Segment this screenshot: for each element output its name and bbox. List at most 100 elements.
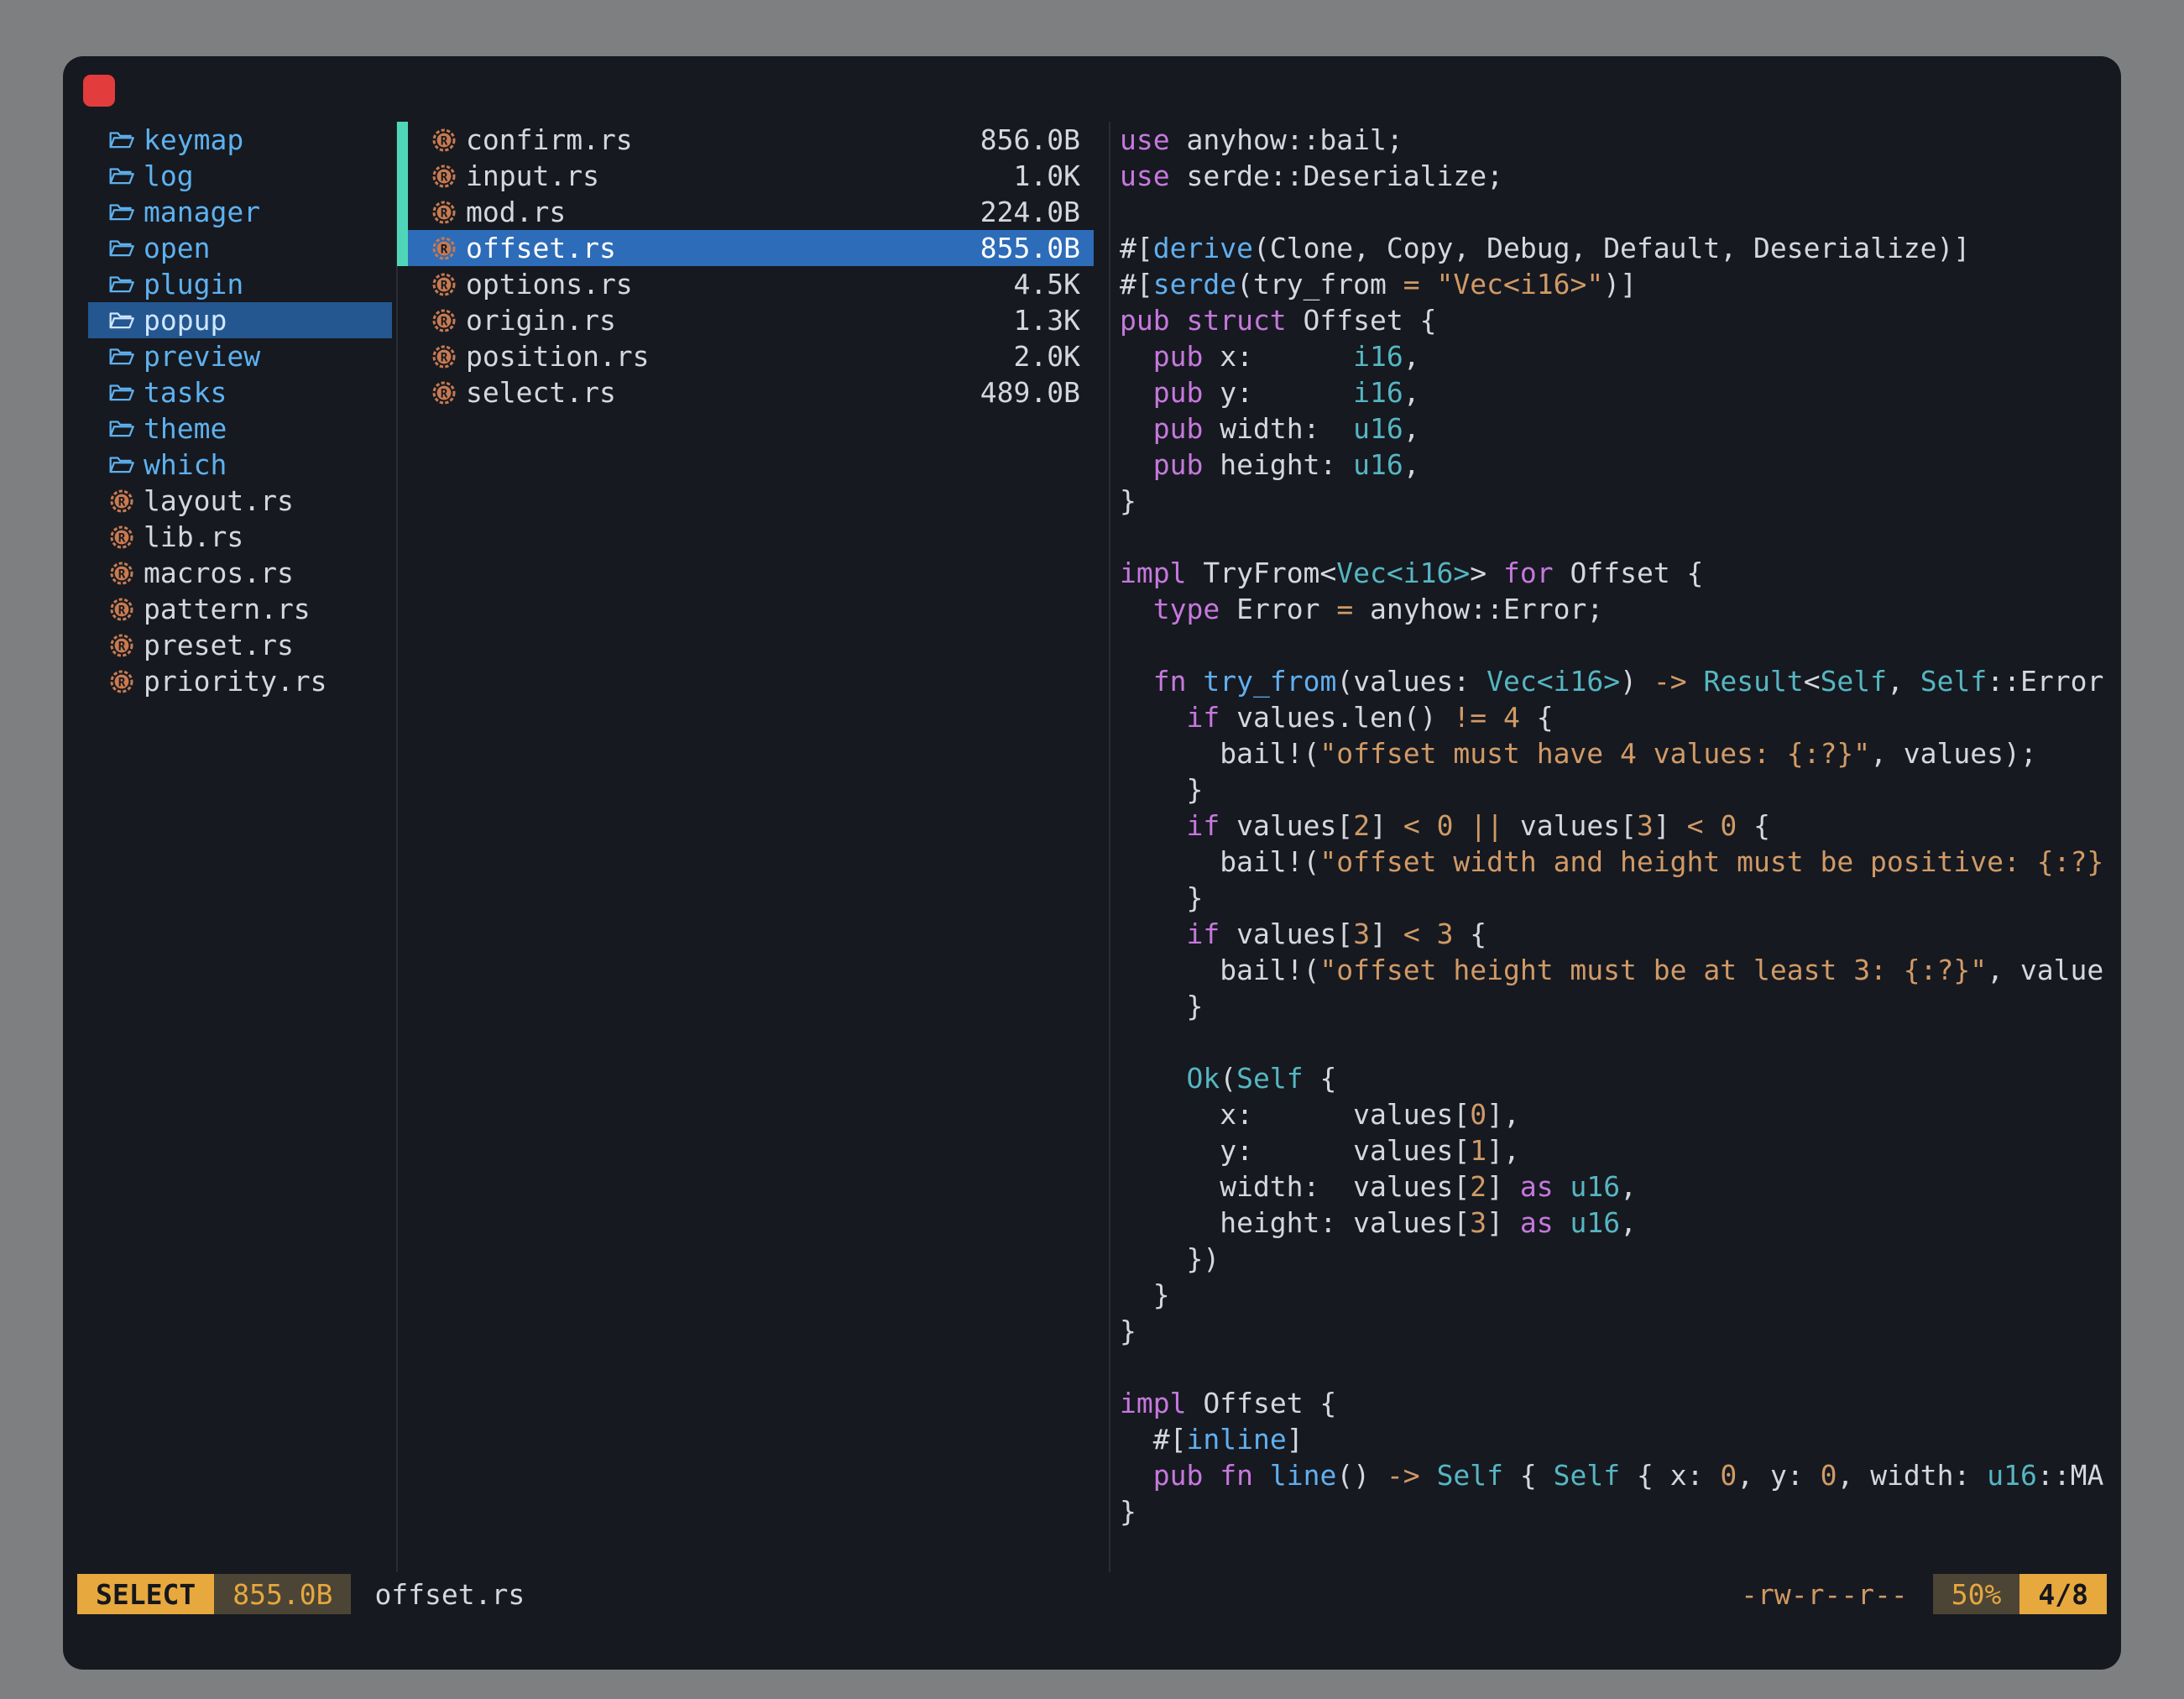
code-line: type Error = anyhow::Error; [1120,591,2114,627]
sidebar-file-item[interactable]: R priority.rs [88,663,392,699]
window-close-button[interactable] [83,75,115,107]
svg-text:R: R [441,315,448,328]
rust-file-icon: R [431,379,457,406]
sidebar-folder-item[interactable]: which [88,447,392,483]
code-token: || [1470,809,1503,842]
sidebar-folder-item[interactable]: preview [88,338,392,374]
code-line: pub fn line() -> Self { Self { x: 0, y: … [1120,1457,2114,1493]
code-token: impl [1120,557,1186,589]
sidebar-folder-item[interactable]: manager [88,194,392,230]
code-line: } [1120,1493,2114,1529]
sidebar-file-item[interactable]: R lib.rs [88,519,392,555]
sidebar-folder-item[interactable]: theme [88,410,392,447]
code-line: } [1120,988,2114,1024]
sidebar-folder-item[interactable]: open [88,230,392,266]
file-list-item[interactable]: R offset.rs855.0B [399,230,1094,266]
svg-text:R: R [441,387,448,400]
code-token: } [1120,990,1203,1022]
code-token: if [1186,917,1220,950]
code-token: 2 [1353,809,1370,842]
rust-file-icon: R [108,596,135,623]
rust-file-icon: R [108,668,135,695]
svg-text:R: R [118,676,126,689]
code-token: width: values[ [1120,1170,1470,1203]
sidebar-folder-item[interactable]: keymap [88,122,392,158]
code-token: serde::Deserialize; [1170,159,1503,192]
svg-text:R: R [118,531,126,545]
code-line: pub struct Offset { [1120,302,2114,338]
selected-file-name: offset.rs [374,1578,525,1611]
code-token: Self [1821,665,1887,698]
file-list-item[interactable]: R confirm.rs856.0B [399,122,1094,158]
code-line: impl Offset { [1120,1385,2114,1421]
sidebar-file-item[interactable]: R layout.rs [88,483,392,519]
cursor-position: 4/8 [2019,1574,2107,1614]
code-token: values[ [1503,809,1637,842]
code-token: (Clone, Copy, Debug, Default, Deserializ… [1253,232,1970,264]
code-token: { [1453,917,1486,950]
code-line: x: values[0], [1120,1096,2114,1132]
code-line: pub x: i16, [1120,338,2114,374]
code-token: serde [1153,268,1236,301]
code-token [1120,376,1153,409]
item-label: macros.rs [144,555,294,591]
code-token: 3 [1470,1206,1486,1239]
file-list-item[interactable]: R origin.rs1.3K [399,302,1094,338]
code-token: u16 [1353,412,1403,445]
code-token: ] [1654,809,1687,842]
item-label: preview [144,338,260,374]
code-token [1554,1170,1570,1203]
code-line: if values.len() != 4 { [1120,699,2114,735]
file-list-item[interactable]: R select.rs489.0B [399,374,1094,410]
rust-file-icon: R [431,235,457,262]
code-token: "offset height must be at least 3: {:?}" [1319,954,1987,986]
file-name: offset.rs [466,230,616,266]
code-token: Offset { [1554,557,1704,589]
code-token: inline [1186,1423,1286,1456]
sidebar-folder-item[interactable]: tasks [88,374,392,410]
code-token: Vec<i16> [1486,665,1620,698]
code-token: Error [1220,593,1336,625]
svg-text:R: R [441,134,448,148]
code-token [1120,917,1186,950]
item-label: manager [144,194,260,230]
code-token: Offset { [1287,304,1437,337]
code-line [1120,627,2114,663]
sidebar-folder-item[interactable]: plugin [88,266,392,302]
code-token: bail!( [1120,954,1319,986]
code-token: 1 [1470,1134,1486,1167]
code-token: ::MA [2037,1459,2103,1492]
rust-file-icon: R [431,163,457,190]
sidebar-file-item[interactable]: R pattern.rs [88,591,392,627]
code-token: { [1520,701,1554,734]
file-list-item[interactable]: R options.rs4.5K [399,266,1094,302]
code-token: )] [1603,268,1637,301]
sidebar-folder-item[interactable]: popup [88,302,392,338]
code-token: line [1270,1459,1336,1492]
code-token: } [1120,1278,1170,1311]
code-token [1187,665,1204,698]
file-list-item[interactable]: R mod.rs224.0B [399,194,1094,230]
mode-indicator: SELECT [77,1574,214,1614]
code-token: < [1403,809,1420,842]
code-token [1120,340,1153,373]
sidebar-file-item[interactable]: R preset.rs [88,627,392,663]
code-token [1120,701,1186,734]
status-bar-left: SELECT 855.0B offset.rs [77,1574,525,1614]
code-token: { [1737,809,1770,842]
sidebar-file-item[interactable]: R macros.rs [88,555,392,591]
code-token: height: [1203,448,1353,481]
code-token: u16 [1570,1170,1620,1203]
code-token: -> [1654,665,1687,698]
file-list-item[interactable]: R input.rs1.0K [399,158,1094,194]
file-list-item[interactable]: R position.rs2.0K [399,338,1094,374]
code-token: 2 [1470,1170,1486,1203]
svg-text:R: R [441,279,448,292]
file-size: 1.0K [1014,158,1080,194]
code-token: #[ [1120,268,1153,301]
sidebar-folder-item[interactable]: log [88,158,392,194]
code-token: pub [1153,340,1204,373]
code-line: } [1120,1313,2114,1349]
svg-text:R: R [118,567,126,581]
code-token [1420,1459,1437,1492]
